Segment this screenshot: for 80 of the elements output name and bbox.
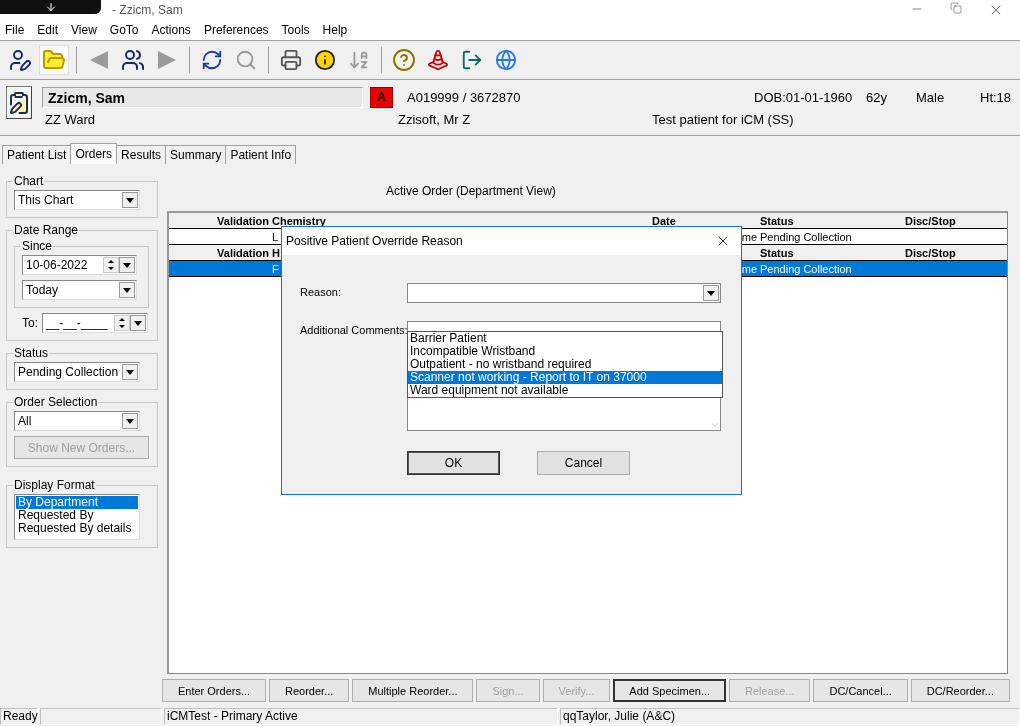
patient-ids: A019999 / 3672870 [407,89,522,105]
down-arrow-icon[interactable] [44,1,57,13]
column-header[interactable]: Disc/Stop [905,214,956,227]
orders-title: Active Order (Department View) [386,184,556,198]
tab[interactable]: Orders [70,143,118,164]
date-field[interactable]: 10-06-2022 [22,255,137,275]
column-header[interactable]: Disc/Stop [905,246,956,259]
group-label: Chart [13,174,45,188]
tab[interactable]: Summary [165,145,227,164]
tab[interactable]: Patient Info [225,145,297,164]
group-label: Order Selection [13,395,99,409]
list-item[interactable]: Scanner not working - Report to IT on 37000 [408,371,722,384]
to-label: To: [22,316,38,330]
status-text: Ready [0,708,38,725]
column-header[interactable]: Status [760,246,794,259]
spin-arrows-icon[interactable] [103,257,119,273]
dialog-title: Positive Patient Override Reason [286,234,463,248]
order-selection-dropdown[interactable]: All [14,411,140,431]
list-item[interactable]: Requested By [16,509,138,522]
group-label: Display Format [13,478,96,492]
menu-item[interactable]: Help [322,23,348,37]
comments-label: Additional Comments: [300,323,407,338]
list-item[interactable]: Incompatible Wristband [408,345,722,358]
table-cell: L [272,230,279,243]
menu-item[interactable]: GoTo [109,23,139,37]
preset-dropdown[interactable]: Today [22,280,137,300]
cancel-button[interactable]: Cancel [537,451,630,475]
action-button[interactable]: DC/Cancel... [813,679,908,702]
action-button[interactable]: Add Specimen... [613,679,727,702]
patient-height: Ht:18 [980,89,1013,105]
session-text: iCMTest - Primary Active [164,708,558,725]
column-header[interactable]: Validation [217,246,269,259]
list-item[interactable]: Ward equipment not available [408,384,722,397]
ok-button[interactable]: OK [407,451,500,475]
status-dropdown[interactable]: Pending Collection [14,362,140,382]
list-item[interactable]: Outpatient - no wristband required [408,358,722,371]
menu-item[interactable]: Tools [281,23,310,37]
action-button[interactable]: DC/Reorder... [910,679,1010,702]
display-format-list[interactable]: By Department Requested By Requested By details [14,494,140,540]
window-title: - Zzicm, Sam [112,3,183,17]
column-header[interactable]: Chemistry [272,214,326,227]
chart-dropdown[interactable]: This Chart [14,190,140,210]
table-cell: Pending Collection [760,230,852,243]
list-item[interactable]: Barrier Patient [408,332,722,345]
ward-name: ZZ Ward [45,111,97,127]
menu-item[interactable]: Preferences [203,23,269,37]
menu-item[interactable]: Actions [151,23,191,37]
patient-sex: Male [916,89,946,105]
column-header[interactable]: Date [652,214,676,227]
action-button[interactable]: Enter Orders... [162,679,267,702]
patient-name: Zzicm, Sam [42,86,363,108]
table-cell: F [272,262,279,275]
clipboard-pen-icon[interactable] [6,86,32,119]
action-button[interactable]: Multiple Reorder... [352,679,474,702]
table-cell: me [741,230,757,243]
patient-age: 62y [866,89,888,105]
reason-label: Reason: [300,285,342,300]
list-item[interactable]: By Department [16,496,138,509]
consultant-name: Zzisoft, Mr Z [398,111,472,127]
reason-dropdown-menu[interactable]: Barrier Patient Incompatible Wristband Outpatient - no wristband required Scanner not working - Report to IT on 37000 Ward equipment not available [407,331,723,398]
column-header[interactable]: Status [760,214,794,227]
alert-badge[interactable]: A [370,86,393,108]
tab[interactable]: Patient List [2,145,72,164]
spin-arrows-icon[interactable] [114,315,130,331]
date-of-birth: DOB:01-01-1960 [754,89,854,105]
menu-item[interactable]: View [71,23,97,37]
date-field[interactable]: __-__-____ [42,313,148,333]
column-header[interactable]: Validation [217,214,269,227]
group-label: Date Range [13,223,80,237]
menu-item[interactable]: File [5,23,25,37]
list-item[interactable]: Requested By details [16,522,138,535]
table-cell: Pending Collection [760,262,852,275]
table-cell: me [741,262,757,275]
action-button[interactable]: Reorder... [269,679,350,702]
menu-item[interactable]: Edit [37,23,59,37]
column-header[interactable]: H [272,246,280,259]
group-label: Since [21,239,54,253]
group-label: Status [13,346,50,360]
user-text: qqTaylor, Julie (A&C) [560,708,1020,725]
patient-note: Test patient for iCM (SS) [652,111,795,127]
